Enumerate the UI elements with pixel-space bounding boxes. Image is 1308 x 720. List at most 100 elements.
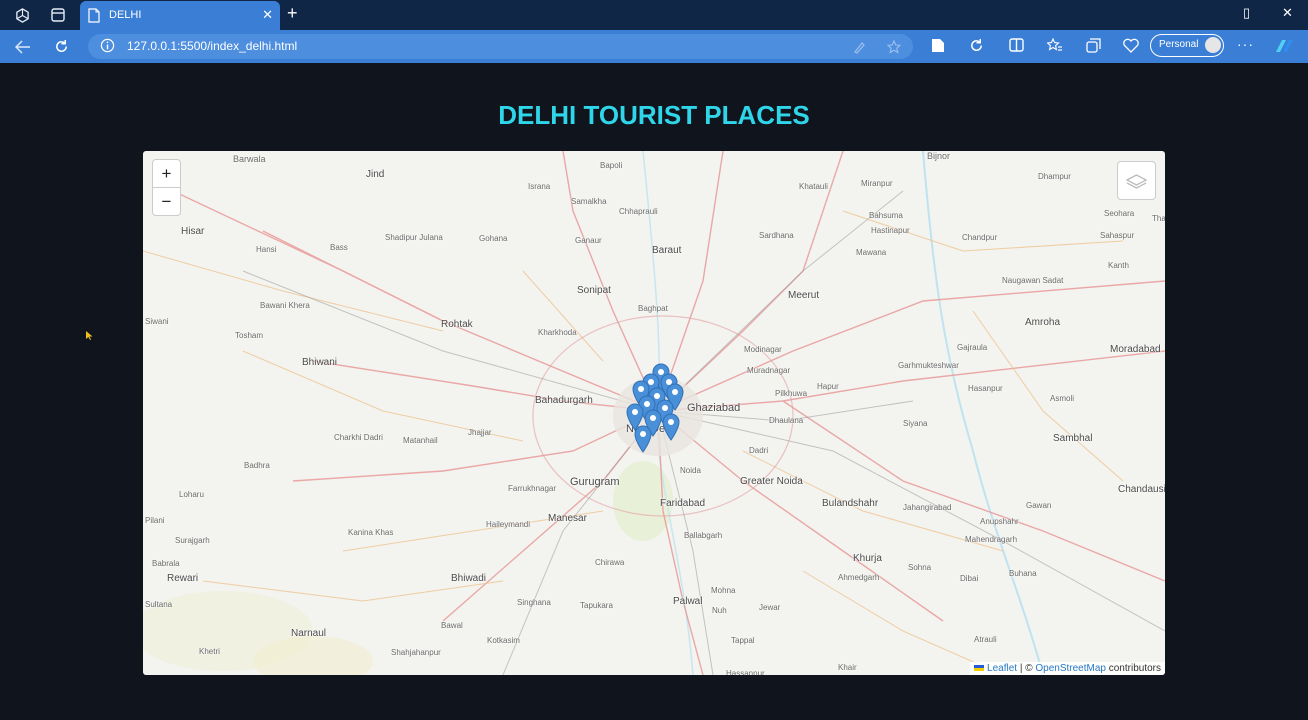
- map-label: Sahaspur: [1100, 231, 1135, 240]
- layers-control[interactable]: [1117, 161, 1156, 200]
- attribution-separator: | ©: [1017, 663, 1036, 674]
- map-label: Chandausi: [1118, 484, 1165, 495]
- map-label: Hastinapur: [871, 226, 910, 235]
- map-label: Mohna: [711, 586, 736, 595]
- map-label: Hasanpur: [968, 384, 1003, 393]
- map-label: Naugawan Sadat: [1002, 276, 1064, 285]
- map-label: Asmoli: [1050, 394, 1075, 403]
- map-label: Rewari: [167, 573, 199, 584]
- map-label: Kharkhoda: [538, 328, 577, 337]
- site-info-icon[interactable]: [100, 38, 115, 58]
- map-label: Seohara: [1104, 209, 1135, 218]
- map-label: Hassanpur: [726, 669, 765, 675]
- map-label: Bawal: [441, 621, 463, 630]
- map-label: Tappal: [731, 636, 755, 645]
- tab-title: DELHI: [109, 9, 142, 21]
- browser-toolbar: 127.0.0.1:5500/index_delhi.html Personal: [0, 30, 1308, 63]
- close-window-icon[interactable]: ✕: [1282, 5, 1293, 21]
- favorite-star-icon[interactable]: [886, 39, 902, 59]
- map-label: Moradabad: [1110, 344, 1161, 355]
- close-tab-icon[interactable]: ✕: [262, 7, 273, 23]
- map-label: Sambhal: [1053, 433, 1093, 444]
- map-label: Miranpur: [861, 179, 893, 188]
- map-label: Ghaziabad: [687, 402, 741, 414]
- read-aloud-icon[interactable]: [853, 40, 867, 59]
- location-marker-icon[interactable]: [634, 425, 652, 453]
- zoom-in-button[interactable]: +: [153, 160, 180, 188]
- map-label: Gohana: [479, 234, 508, 243]
- map-label: Charkhi Dadri: [334, 433, 383, 442]
- map-label: Sardhana: [759, 231, 794, 240]
- map-label: Loharu: [179, 490, 204, 499]
- map-label: Jahangirabad: [903, 503, 952, 512]
- map-label: Dibai: [960, 574, 979, 583]
- map-label: Haileymandi: [486, 520, 531, 529]
- map-label: Khatauli: [799, 182, 828, 191]
- map-label: Badhra: [244, 461, 270, 470]
- profile-button[interactable]: Personal: [1150, 34, 1224, 57]
- map-label: Dadri: [749, 446, 769, 455]
- new-tab-button[interactable]: +: [287, 3, 298, 24]
- map-label: Sohna: [908, 563, 932, 572]
- split-screen-icon[interactable]: [1009, 38, 1024, 57]
- document-icon: [88, 8, 100, 28]
- map-label: Nuh: [712, 606, 727, 615]
- map-label: Muradnagar: [747, 366, 791, 375]
- workspaces-icon[interactable]: [4, 0, 40, 30]
- map-label: Meerut: [788, 290, 820, 301]
- page-title: DELHI TOURIST PLACES: [498, 100, 810, 130]
- copilot-icon[interactable]: [1273, 38, 1295, 59]
- reading-view-icon[interactable]: [931, 38, 945, 58]
- map-label: Jewar: [759, 603, 781, 612]
- map-label: Matanhail: [403, 436, 438, 445]
- mouse-cursor-icon: [86, 331, 93, 340]
- more-menu-button[interactable]: ···: [1237, 36, 1254, 52]
- collections-icon[interactable]: [1086, 38, 1101, 58]
- map-label: Palwal: [673, 596, 703, 607]
- map-label: Pilkhuwa: [775, 389, 808, 398]
- map-label: Bahadurgarh: [535, 395, 593, 406]
- map-label: Kanth: [1108, 261, 1129, 270]
- map-label: Tapukara: [580, 601, 613, 610]
- layers-icon: [1125, 174, 1148, 189]
- map-label: Khurja: [853, 553, 882, 564]
- extensions-icon[interactable]: [969, 38, 984, 58]
- restore-window-icon[interactable]: ▯: [1243, 5, 1250, 21]
- map-label: Samalkha: [571, 197, 607, 206]
- map-label: Singhana: [517, 598, 551, 607]
- map-label: Khair: [838, 663, 857, 672]
- location-marker-icon[interactable]: [662, 413, 680, 441]
- browser-essentials-icon[interactable]: [1123, 38, 1139, 58]
- map-label: Kanina Khas: [348, 528, 394, 537]
- map-label: Rohtak: [441, 319, 473, 330]
- map-label: Kotkasim: [487, 636, 520, 645]
- map-container[interactable]: Barwala Jind Israna Bapoli Bijnor Dhampur Khat…: [143, 151, 1165, 675]
- map-label: Noida: [680, 466, 701, 475]
- back-icon[interactable]: [8, 30, 38, 63]
- osm-link[interactable]: OpenStreetMap: [1035, 663, 1106, 674]
- refresh-icon[interactable]: [46, 30, 76, 63]
- map-label: Garhmukteshwar: [898, 361, 959, 370]
- url-text[interactable]: 127.0.0.1:5500/index_delhi.html: [127, 39, 297, 53]
- map-label: Bulandshahr: [822, 498, 879, 509]
- favorites-icon[interactable]: [1046, 37, 1063, 58]
- map-label: Baghpat: [638, 304, 668, 313]
- map-label: Amroha: [1025, 317, 1061, 328]
- tab-delhi[interactable]: DELHI ✕: [80, 1, 280, 30]
- attribution-suffix: contributors: [1105, 663, 1161, 674]
- map-label: Pilani: [145, 516, 165, 525]
- map-label: Bijnor: [927, 151, 951, 161]
- tab-actions-icon[interactable]: [40, 0, 76, 30]
- map-label: Bhiwadi: [451, 573, 487, 584]
- map-label: Anupshahr: [980, 517, 1019, 526]
- map-label: Bhiwani: [302, 357, 338, 368]
- leaflet-link[interactable]: Leaflet: [987, 663, 1017, 674]
- map-label: Ganaur: [575, 236, 602, 245]
- zoom-out-button[interactable]: −: [153, 188, 180, 215]
- map-label: Siwani: [145, 317, 169, 326]
- browser-tab-bar: DELHI ✕ + ▯ ✕: [0, 0, 1308, 30]
- map-label: Khetri: [199, 647, 220, 656]
- map-label: Chandpur: [962, 233, 998, 242]
- map-label: Surajgarh: [175, 536, 210, 545]
- address-bar[interactable]: 127.0.0.1:5500/index_delhi.html: [88, 34, 913, 59]
